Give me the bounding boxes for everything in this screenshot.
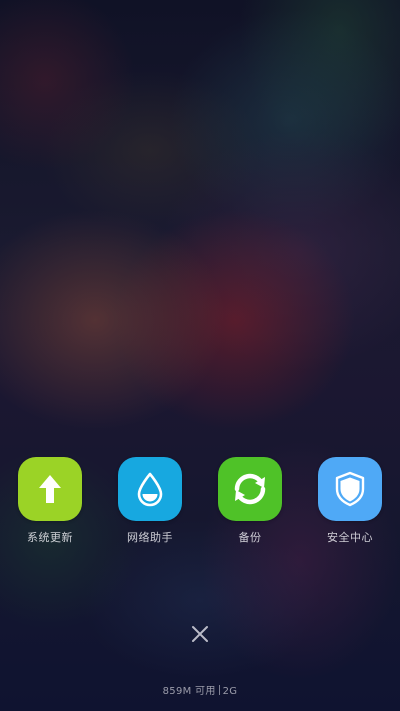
- arrow-up-icon: [39, 475, 61, 503]
- water-drop-icon: [137, 472, 163, 507]
- backup-icon-bg: [218, 457, 282, 521]
- backup-tile[interactable]: 备份: [200, 457, 300, 545]
- close-icon: [192, 626, 208, 642]
- tile-label-system-update: 系统更新: [27, 531, 73, 544]
- security-center-tile[interactable]: 安全中心: [300, 457, 400, 545]
- network-type-text: 2G: [222, 686, 238, 697]
- memory-status: 859M 可用 2G: [0, 682, 400, 697]
- close-button[interactable]: [186, 620, 214, 648]
- network-assistant-tile[interactable]: 网络助手: [100, 457, 200, 545]
- status-divider: [218, 685, 220, 695]
- tile-label-security-center: 安全中心: [327, 531, 373, 544]
- system-update-icon-bg: [18, 457, 82, 521]
- memory-available-text: 859M 可用: [162, 686, 216, 697]
- tile-label-backup: 备份: [238, 531, 262, 544]
- system-update-tile[interactable]: 系统更新: [0, 457, 100, 545]
- quick-tools-row: 系统更新 网络助手 备份 安全中心: [0, 457, 400, 547]
- security-center-icon-bg: [318, 457, 382, 521]
- shield-icon: [335, 471, 365, 507]
- network-assistant-icon-bg: [118, 457, 182, 521]
- tile-label-network-assistant: 网络助手: [127, 531, 173, 544]
- home-screen: 系统更新 网络助手 备份 安全中心 859M 可用 2G: [0, 0, 400, 711]
- sync-icon: [234, 473, 266, 505]
